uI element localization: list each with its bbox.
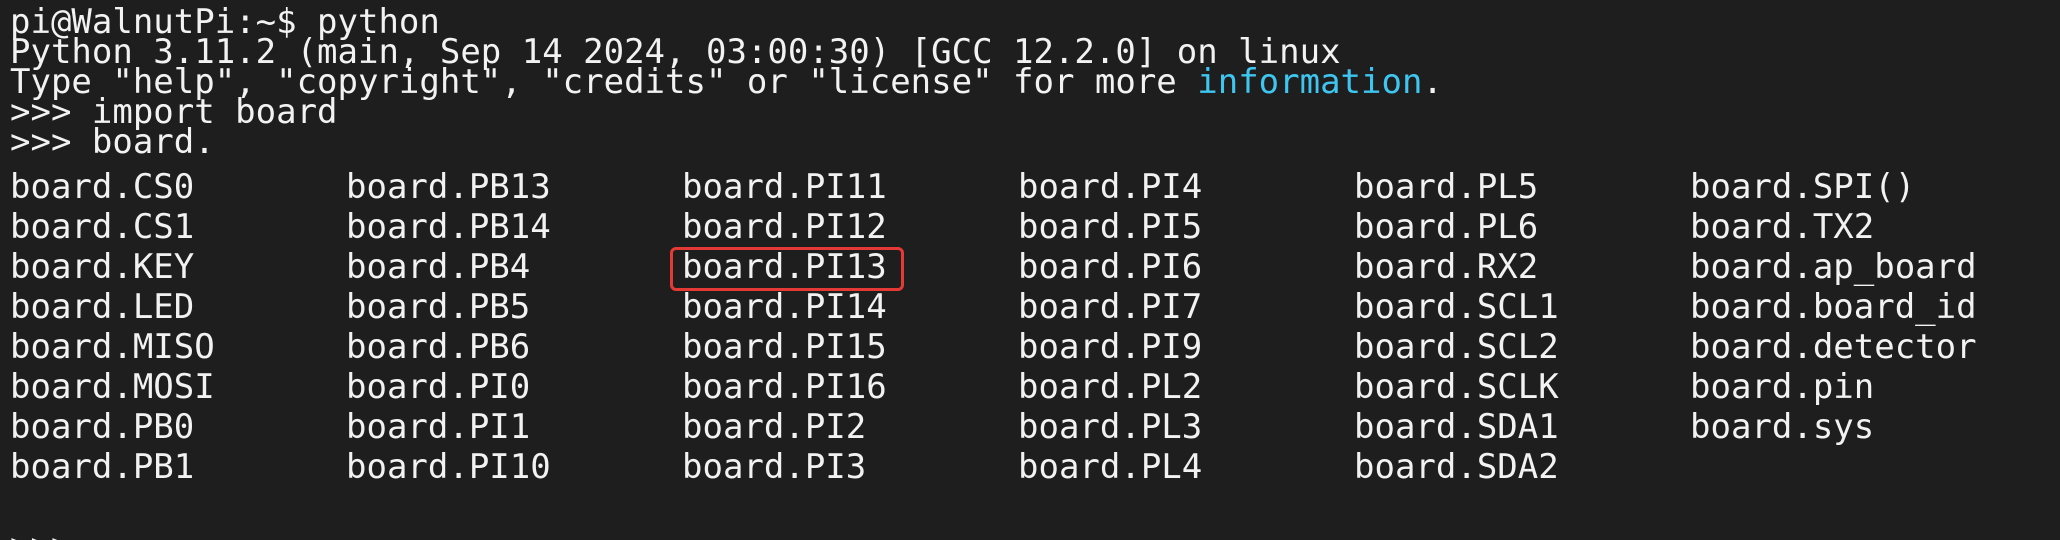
completion-item: board.LED xyxy=(10,287,195,327)
completion-item: board.PI16 xyxy=(682,367,887,407)
completion-item: board.PI14 xyxy=(682,287,887,327)
completion-item: board.SCL2 xyxy=(1354,327,1559,367)
completion-item: board.SCLK xyxy=(1354,367,1559,407)
completion-item: board.PI0 xyxy=(346,367,531,407)
completion-item: board.SDA2 xyxy=(1354,447,1559,487)
completion-item: board.SDA1 xyxy=(1354,407,1559,447)
completion-item: board.PL6 xyxy=(1354,207,1539,247)
completion-item: board.PI11 xyxy=(682,167,887,207)
completion-item: board.KEY xyxy=(10,247,195,287)
completion-item: board.RX2 xyxy=(1354,247,1539,287)
completion-item: board.PI3 xyxy=(682,447,867,487)
completion-item: board.PI5 xyxy=(1018,207,1203,247)
completion-item: board.PB1 xyxy=(10,447,195,487)
completion-item: board.detector xyxy=(1690,327,1977,367)
completion-item: board.CS0 xyxy=(10,167,195,207)
information-word: information xyxy=(1197,62,1423,102)
completion-item: board.PL3 xyxy=(1018,407,1203,447)
completion-item: board.PB4 xyxy=(346,247,531,287)
completion-item: board.PI9 xyxy=(1018,327,1203,367)
completion-item: board.PB5 xyxy=(346,287,531,327)
completion-item: board.PI10 xyxy=(346,447,551,487)
completion-item: board.board_id xyxy=(1690,287,1977,327)
completion-item: board.PI4 xyxy=(1018,167,1203,207)
completion-item: board.PI12 xyxy=(682,207,887,247)
completion-item: board.PB14 xyxy=(346,207,551,247)
terminal-window[interactable]: pi@WalnutPi:~$ python Python 3.11.2 (mai… xyxy=(0,0,2060,540)
next-prompt-line: >>> xyxy=(10,526,71,540)
help-text-after: . xyxy=(1422,62,1443,102)
completion-item: board.PL4 xyxy=(1018,447,1203,487)
highlight-box xyxy=(670,247,904,291)
completion-item: board.PI6 xyxy=(1018,247,1203,287)
completion-item: board.PB0 xyxy=(10,407,195,447)
completion-item: board.SCL1 xyxy=(1354,287,1559,327)
completion-item: board.pin xyxy=(1690,367,1875,407)
board-prompt-line: >>> board. xyxy=(10,122,215,162)
completion-item: board.ap_board xyxy=(1690,247,1977,287)
completion-item: board.PI15 xyxy=(682,327,887,367)
completion-item: board.PI7 xyxy=(1018,287,1203,327)
completion-item: board.MISO xyxy=(10,327,215,367)
completion-item: board.PL2 xyxy=(1018,367,1203,407)
completion-item: board.PB13 xyxy=(346,167,551,207)
completion-item: board.TX2 xyxy=(1690,207,1875,247)
completion-item: board.CS1 xyxy=(10,207,195,247)
completion-item: board.sys xyxy=(1690,407,1875,447)
completion-item: board.PI1 xyxy=(346,407,531,447)
completion-item: board.PI2 xyxy=(682,407,867,447)
completion-item: board.SPI() xyxy=(1690,167,1916,207)
completion-item: board.PB6 xyxy=(346,327,531,367)
completion-item: board.PL5 xyxy=(1354,167,1539,207)
completion-item: board.MOSI xyxy=(10,367,215,407)
